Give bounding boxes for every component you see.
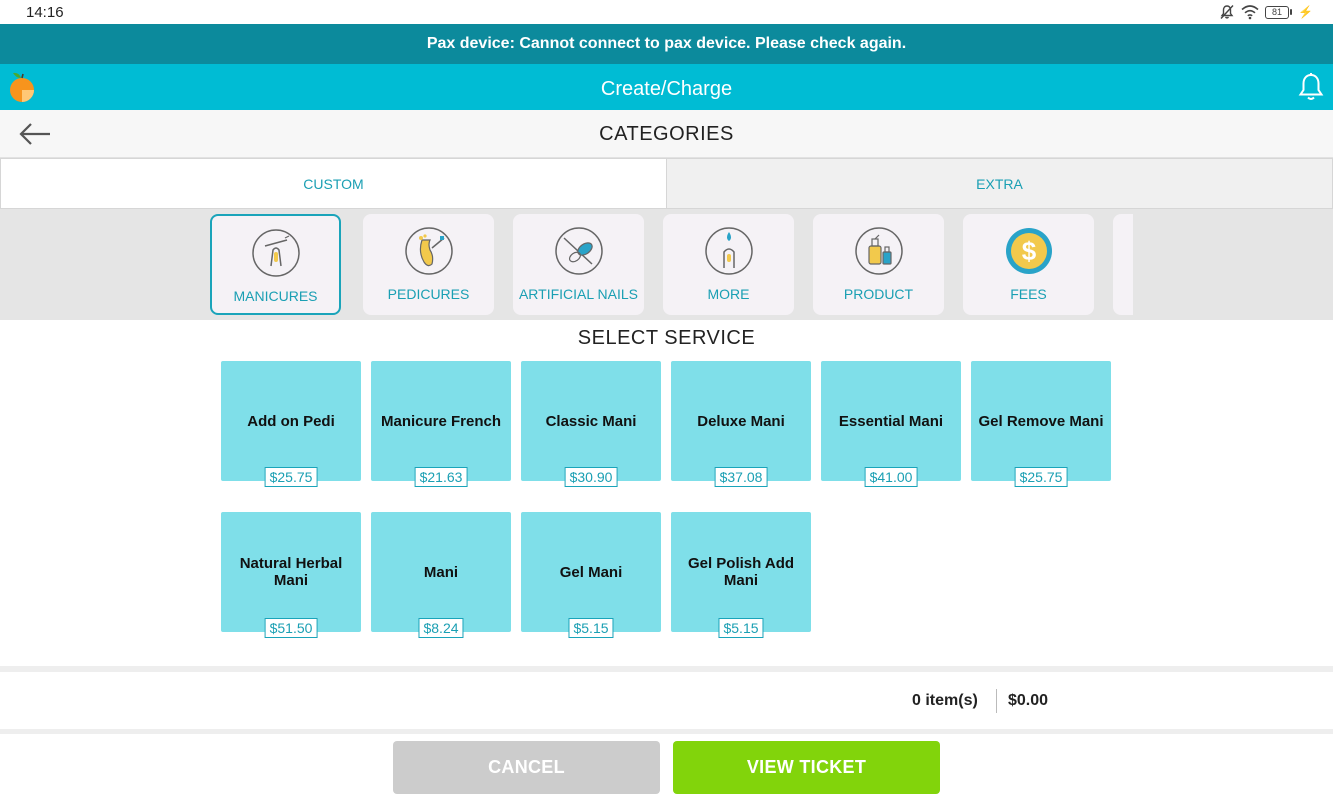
category-next-partial[interactable]: [1113, 214, 1133, 315]
service-price: $37.08: [714, 467, 768, 487]
service-name: Essential Mani: [838, 412, 944, 430]
service-tile[interactable]: Classic Mani $30.90: [521, 361, 661, 487]
manicure-icon: [251, 229, 300, 277]
category-fees[interactable]: $ FEES: [963, 214, 1094, 315]
categories-header: CATEGORIES: [0, 110, 1333, 158]
artificial-nails-icon: [554, 227, 603, 275]
service-name: Gel Remove Mani: [978, 412, 1104, 430]
svg-text:$: $: [1021, 236, 1036, 266]
service-tile[interactable]: Add on Pedi $25.75: [221, 361, 361, 487]
system-icons: 81 ⚡: [1219, 3, 1313, 21]
select-service-title: SELECT SERVICE: [577, 327, 756, 349]
service-name: Natural Herbal Mani: [239, 555, 343, 589]
more-services-icon: [704, 227, 753, 275]
status-time: 14:16: [26, 4, 64, 21]
category-label: MORE: [707, 286, 750, 302]
service-name: Gel Polish Add Mani: [687, 555, 795, 589]
ticket-summary: 0 item(s) $0.00: [0, 672, 1333, 729]
service-tile[interactable]: Manicure French $21.63: [371, 361, 511, 487]
item-count: 0 item(s): [912, 692, 978, 709]
page-title: Create/Charge: [600, 78, 733, 100]
category-artificial-nails[interactable]: ARTIFICIAL NAILS: [513, 214, 644, 315]
service-name: Gel Mani: [559, 563, 623, 581]
service-price: $25.75: [264, 467, 318, 487]
alert-message: Pax device: Cannot connect to pax device…: [426, 35, 907, 52]
service-tile[interactable]: Deluxe Mani $37.08: [671, 361, 811, 487]
battery-level: 81: [1265, 5, 1290, 19]
tab-label: CUSTOM: [303, 175, 364, 192]
wifi-icon: [1241, 5, 1259, 20]
category-tabs: CUSTOM EXTRA: [0, 158, 1333, 209]
service-name: Deluxe Mani: [697, 412, 785, 430]
category-label: FEES: [1010, 286, 1047, 302]
app-bar: Create/Charge: [0, 64, 1333, 110]
tab-extra[interactable]: EXTRA: [666, 158, 1333, 209]
category-more[interactable]: MORE: [663, 214, 794, 315]
notification-bell-icon[interactable]: [1295, 71, 1327, 103]
charging-icon: ⚡: [1298, 5, 1313, 19]
service-price: $5.15: [568, 618, 614, 638]
service-tile[interactable]: Gel Polish Add Mani $5.15: [671, 512, 811, 638]
notifications-off-icon: [1220, 5, 1234, 19]
service-tile[interactable]: Mani $8.24: [371, 512, 511, 638]
dollar-coin-icon: $: [1005, 228, 1052, 274]
category-product[interactable]: PRODUCT: [813, 214, 944, 315]
tab-custom[interactable]: CUSTOM: [0, 158, 666, 209]
service-name: Add on Pedi: [247, 412, 335, 430]
service-tile[interactable]: Gel Remove Mani $25.75: [971, 361, 1111, 487]
alert-banner: Pax device: Cannot connect to pax device…: [0, 24, 1333, 64]
view-ticket-button[interactable]: VIEW TICKET: [673, 741, 940, 794]
service-price: $5.15: [718, 618, 764, 638]
battery-icon: 81: [1265, 5, 1293, 19]
service-price: $41.00: [864, 467, 918, 487]
product-bottles-icon: [854, 227, 903, 275]
category-label: PEDICURES: [387, 286, 470, 302]
service-name: Mani: [423, 563, 459, 581]
ticket-total: $0.00: [1008, 692, 1049, 709]
service-price: $30.90: [564, 467, 618, 487]
service-price: $21.63: [414, 467, 468, 487]
section-title: CATEGORIES: [599, 123, 734, 145]
service-tile[interactable]: Essential Mani $41.00: [821, 361, 961, 487]
category-pedicures[interactable]: PEDICURES: [363, 214, 494, 315]
service-tile[interactable]: Gel Mani $5.15: [521, 512, 661, 638]
system-status-bar: 14:16 81 ⚡: [0, 0, 1333, 24]
summary-separator: [996, 689, 997, 713]
category-strip[interactable]: MANICURES PEDICURES ARTIFICIAL NAILS MOR…: [0, 209, 1333, 320]
service-name: Manicure French: [380, 412, 502, 430]
category-label: MANICURES: [233, 288, 318, 304]
category-label: PRODUCT: [843, 286, 914, 302]
cancel-button[interactable]: CANCEL: [393, 741, 660, 794]
service-price: $25.75: [1014, 467, 1068, 487]
service-price: $8.24: [418, 618, 464, 638]
pedicure-icon: [404, 227, 453, 275]
service-price: $51.50: [264, 618, 318, 638]
category-manicures[interactable]: MANICURES: [210, 214, 341, 315]
service-name: Classic Mani: [545, 412, 637, 430]
tab-label: EXTRA: [976, 175, 1023, 192]
service-tile[interactable]: Natural Herbal Mani $51.50: [221, 512, 361, 638]
category-label: ARTIFICIAL NAILS: [518, 286, 639, 302]
divider: [0, 729, 1333, 734]
